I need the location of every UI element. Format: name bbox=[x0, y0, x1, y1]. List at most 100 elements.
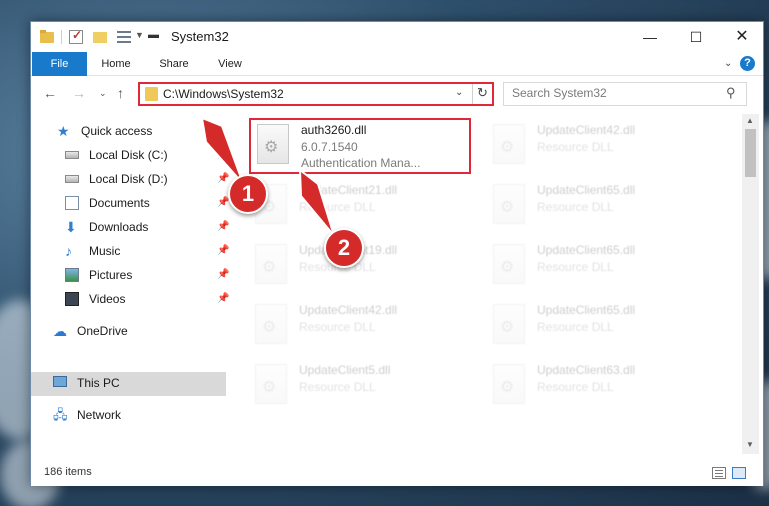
file-name: auth3260.dll bbox=[301, 123, 367, 137]
refresh-icon[interactable]: ↻ bbox=[477, 85, 488, 101]
sidebar-item-onedrive[interactable]: ☁ OneDrive bbox=[53, 320, 213, 342]
pictures-icon bbox=[65, 268, 79, 282]
dll-file-icon bbox=[493, 184, 525, 224]
file-item[interactable]: UpdateClient63.dll Resource DLL bbox=[487, 360, 709, 416]
pin-icon[interactable]: 📌 bbox=[217, 216, 229, 238]
up-arrow-icon[interactable]: ↑ bbox=[117, 85, 124, 101]
annotation-badge-1: 1 bbox=[228, 174, 268, 214]
file-name: UpdateClient21.dll bbox=[299, 183, 398, 197]
navigation-bar: ← → ⌄ ↑ C:\Windows\System32 ⌄ ↻ ⚲ bbox=[31, 77, 763, 111]
tab-share[interactable]: Share bbox=[149, 52, 199, 76]
navigation-pane: ★ Quick access Local Disk (C:) 📌 Local D… bbox=[31, 114, 229, 454]
minimize-button[interactable]: — bbox=[627, 22, 673, 52]
address-divider bbox=[472, 84, 473, 104]
sidebar-item-network[interactable]: 🖧 Network bbox=[53, 404, 213, 426]
scrollbar-thumb[interactable] bbox=[745, 129, 756, 177]
file-item-auth3260[interactable]: auth3260.dll 6.0.7.1540 Authentication M… bbox=[249, 118, 471, 174]
folder-icon bbox=[40, 30, 54, 44]
quick-access-toolbar-menu[interactable]: ▬ bbox=[148, 29, 159, 41]
address-path[interactable]: C:\Windows\System32 bbox=[163, 87, 284, 101]
search-icon[interactable]: ⚲ bbox=[726, 85, 736, 101]
properties-check-icon[interactable] bbox=[69, 28, 83, 44]
dll-file-icon bbox=[493, 124, 525, 164]
back-arrow-icon[interactable]: ← bbox=[43, 85, 57, 101]
file-item[interactable]: UpdateClient42.dll Resource DLL bbox=[487, 120, 709, 176]
sidebar-item-label: Network bbox=[77, 408, 122, 422]
chevron-down-icon[interactable]: ⌄ bbox=[455, 87, 463, 98]
scroll-down-arrow-icon[interactable]: ▼ bbox=[746, 440, 754, 449]
file-item[interactable]: UpdateClient65.dll Resource DLL bbox=[487, 300, 709, 356]
sidebar-item-this-pc[interactable]: This PC bbox=[31, 372, 226, 396]
large-icons-view-icon[interactable] bbox=[732, 467, 746, 479]
file-type: Resource DLL bbox=[299, 320, 376, 334]
recent-locations-chevron-icon[interactable]: ⌄ bbox=[99, 88, 107, 99]
pin-icon[interactable]: 📌 bbox=[217, 144, 229, 166]
tab-view[interactable]: View bbox=[205, 52, 255, 76]
file-name: UpdateClient42.dll bbox=[299, 303, 398, 317]
help-icon[interactable]: ? bbox=[740, 56, 755, 71]
dll-file-icon bbox=[493, 244, 525, 284]
maximize-button[interactable]: ☐ bbox=[673, 22, 719, 52]
item-count: 186 items bbox=[44, 466, 92, 478]
download-icon: ⬇ bbox=[65, 219, 77, 235]
sidebar-item-quick-access[interactable]: ★ Quick access bbox=[57, 120, 217, 142]
sidebar-item-pictures[interactable]: Pictures 📌 bbox=[65, 264, 229, 286]
pin-icon[interactable]: 📌 bbox=[217, 168, 229, 190]
file-item[interactable]: UpdateClient42.dll Resource DLL bbox=[249, 300, 471, 356]
network-icon: 🖧 bbox=[53, 407, 68, 422]
sidebar-item-local-disk-d[interactable]: Local Disk (D:) 📌 bbox=[65, 168, 229, 190]
search-input[interactable] bbox=[512, 86, 712, 100]
sidebar-item-label: Local Disk (C:) bbox=[89, 148, 168, 162]
file-type: Resource DLL bbox=[537, 380, 614, 394]
dll-file-icon bbox=[493, 364, 525, 404]
sidebar-item-label: Documents bbox=[89, 196, 150, 210]
tab-home[interactable]: Home bbox=[91, 52, 141, 76]
file-list: auth3260.dll 6.0.7.1540 Authentication M… bbox=[229, 114, 741, 454]
toolbar-divider bbox=[61, 30, 62, 44]
sidebar-item-documents[interactable]: Documents 📌 bbox=[65, 192, 229, 214]
file-item[interactable]: UpdateClient65.dll Resource DLL bbox=[487, 180, 709, 236]
pin-icon[interactable]: 📌 bbox=[217, 264, 229, 286]
file-item[interactable]: UpdateClient21.dll Resource DLL bbox=[249, 180, 471, 236]
folder-icon bbox=[145, 87, 158, 101]
pin-icon[interactable]: 📌 bbox=[217, 288, 229, 310]
file-item[interactable]: UpdateClient5.dll Resource DLL bbox=[249, 360, 471, 416]
status-bar: 186 items bbox=[31, 462, 763, 486]
annotation-badge-2: 2 bbox=[324, 228, 364, 268]
pin-icon[interactable]: 📌 bbox=[217, 240, 229, 262]
customize-toolbar-icon[interactable] bbox=[117, 30, 133, 44]
address-bar[interactable]: C:\Windows\System32 ⌄ ↻ bbox=[138, 82, 494, 106]
dll-file-icon bbox=[255, 364, 287, 404]
file-explorer-window: ▼ ▬ System32 — ☐ ✕ File Home Share View … bbox=[30, 21, 764, 486]
scroll-up-arrow-icon[interactable]: ▲ bbox=[746, 116, 754, 125]
window-title: System32 bbox=[171, 29, 229, 44]
file-item[interactable]: UpdateClient65.dll Resource DLL bbox=[487, 240, 709, 296]
new-folder-icon[interactable] bbox=[93, 30, 107, 44]
file-name: UpdateClient65.dll bbox=[537, 183, 636, 197]
file-type: Resource DLL bbox=[537, 200, 614, 214]
sidebar-item-music[interactable]: ♪ Music 📌 bbox=[65, 240, 229, 262]
dll-file-icon bbox=[493, 304, 525, 344]
sidebar-item-downloads[interactable]: ⬇ Downloads 📌 bbox=[65, 216, 229, 238]
file-name: UpdateClient63.dll bbox=[537, 363, 636, 377]
file-type: Resource DLL bbox=[537, 140, 614, 154]
sidebar-item-label: OneDrive bbox=[77, 324, 128, 338]
sidebar-item-label: This PC bbox=[77, 376, 120, 390]
vertical-scrollbar[interactable]: ▲ ▼ bbox=[742, 114, 759, 454]
sidebar-item-label: Music bbox=[89, 244, 121, 258]
sidebar-item-label: Local Disk (D:) bbox=[89, 172, 168, 186]
sidebar-item-label: Videos bbox=[89, 292, 126, 306]
sidebar-item-local-disk-c[interactable]: Local Disk (C:) 📌 bbox=[65, 144, 229, 166]
tab-file[interactable]: File bbox=[32, 52, 87, 76]
chevron-down-icon[interactable]: ▼ bbox=[135, 30, 144, 40]
expand-ribbon-chevron-icon[interactable]: ⌄ bbox=[724, 58, 732, 69]
file-name: UpdateClient65.dll bbox=[537, 243, 636, 257]
sidebar-item-videos[interactable]: Videos 📌 bbox=[65, 288, 229, 310]
details-view-icon[interactable] bbox=[712, 467, 726, 479]
dll-file-icon bbox=[257, 124, 289, 164]
close-button[interactable]: ✕ bbox=[719, 22, 765, 52]
forward-arrow-icon[interactable]: → bbox=[72, 85, 86, 101]
search-box[interactable]: ⚲ bbox=[503, 82, 747, 106]
file-type: Resource DLL bbox=[537, 260, 614, 274]
document-icon bbox=[65, 196, 79, 210]
